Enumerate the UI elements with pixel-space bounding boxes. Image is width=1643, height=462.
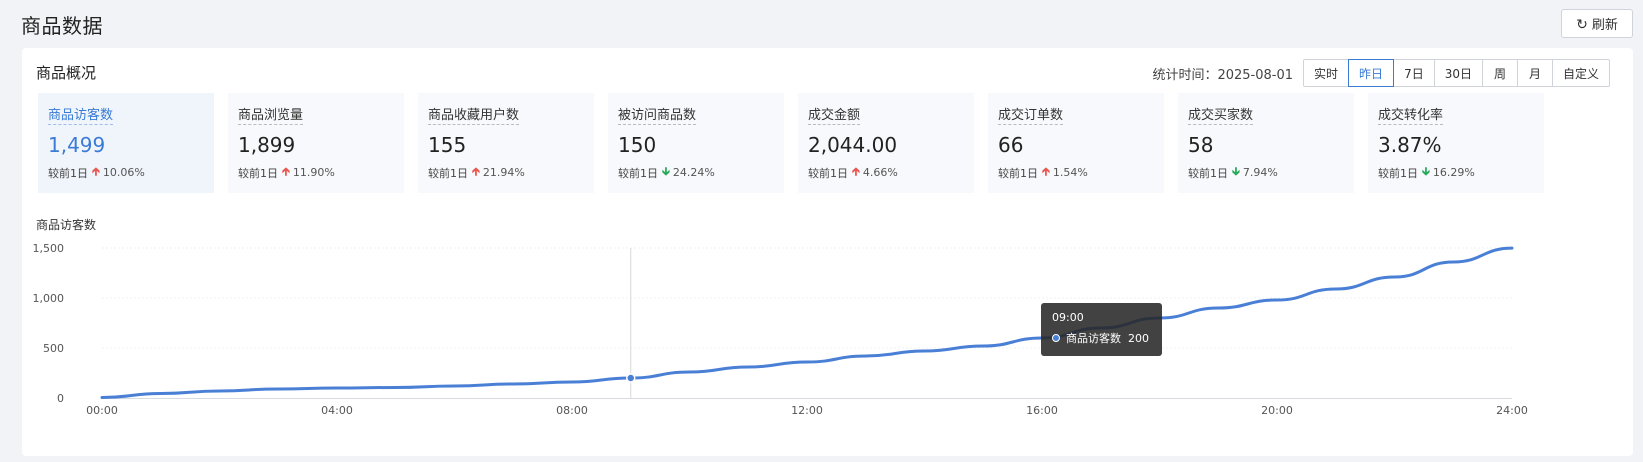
y-tick-label: 500: [43, 342, 64, 355]
hover-point: [626, 373, 636, 383]
overview-card: 商品概况 统计时间：2025-08-01 实时 昨日 7日 30日 周 月 自定…: [22, 48, 1633, 456]
series-line: [100, 246, 1514, 399]
page-title: 商品数据: [21, 14, 103, 38]
x-tick-label: 04:00: [321, 404, 353, 417]
refresh-label: 刷新: [1591, 17, 1618, 32]
y-tick-label: 1,000: [33, 292, 65, 305]
tooltip-x-label: 09:00: [1052, 311, 1084, 324]
series-dot-icon: [1052, 334, 1060, 342]
x-tick-label: 16:00: [1026, 404, 1058, 417]
x-tick-label: 00:00: [86, 404, 118, 417]
refresh-icon: ↻: [1576, 15, 1588, 32]
x-tick-label: 12:00: [791, 404, 823, 417]
tooltip-value: 200: [1128, 331, 1149, 345]
y-axis-labels: 0 500 1,000 1,500: [33, 242, 65, 405]
chart-tooltip: 09:00 商品访客数 200: [1041, 303, 1162, 356]
x-tick-label: 08:00: [556, 404, 588, 417]
x-axis-labels: 00:00 04:00 08:00 12:00 16:00 20:00 24:00: [86, 404, 1528, 417]
x-tick-label: 20:00: [1261, 404, 1293, 417]
period-button-yesterday[interactable]: 昨日: [1348, 59, 1395, 87]
refresh-button[interactable]: ↻ 刷新: [1561, 9, 1633, 38]
visitor-line-chart[interactable]: 0 500 1,000 1,500 00:00 04:00 08:00 12:00 16:00…: [22, 48, 1633, 456]
tooltip-series-name: 商品访客数: [1066, 332, 1121, 345]
y-tick-label: 1,500: [33, 242, 65, 255]
y-tick-label: 0: [57, 392, 64, 405]
x-tick-label: 24:00: [1496, 404, 1528, 417]
